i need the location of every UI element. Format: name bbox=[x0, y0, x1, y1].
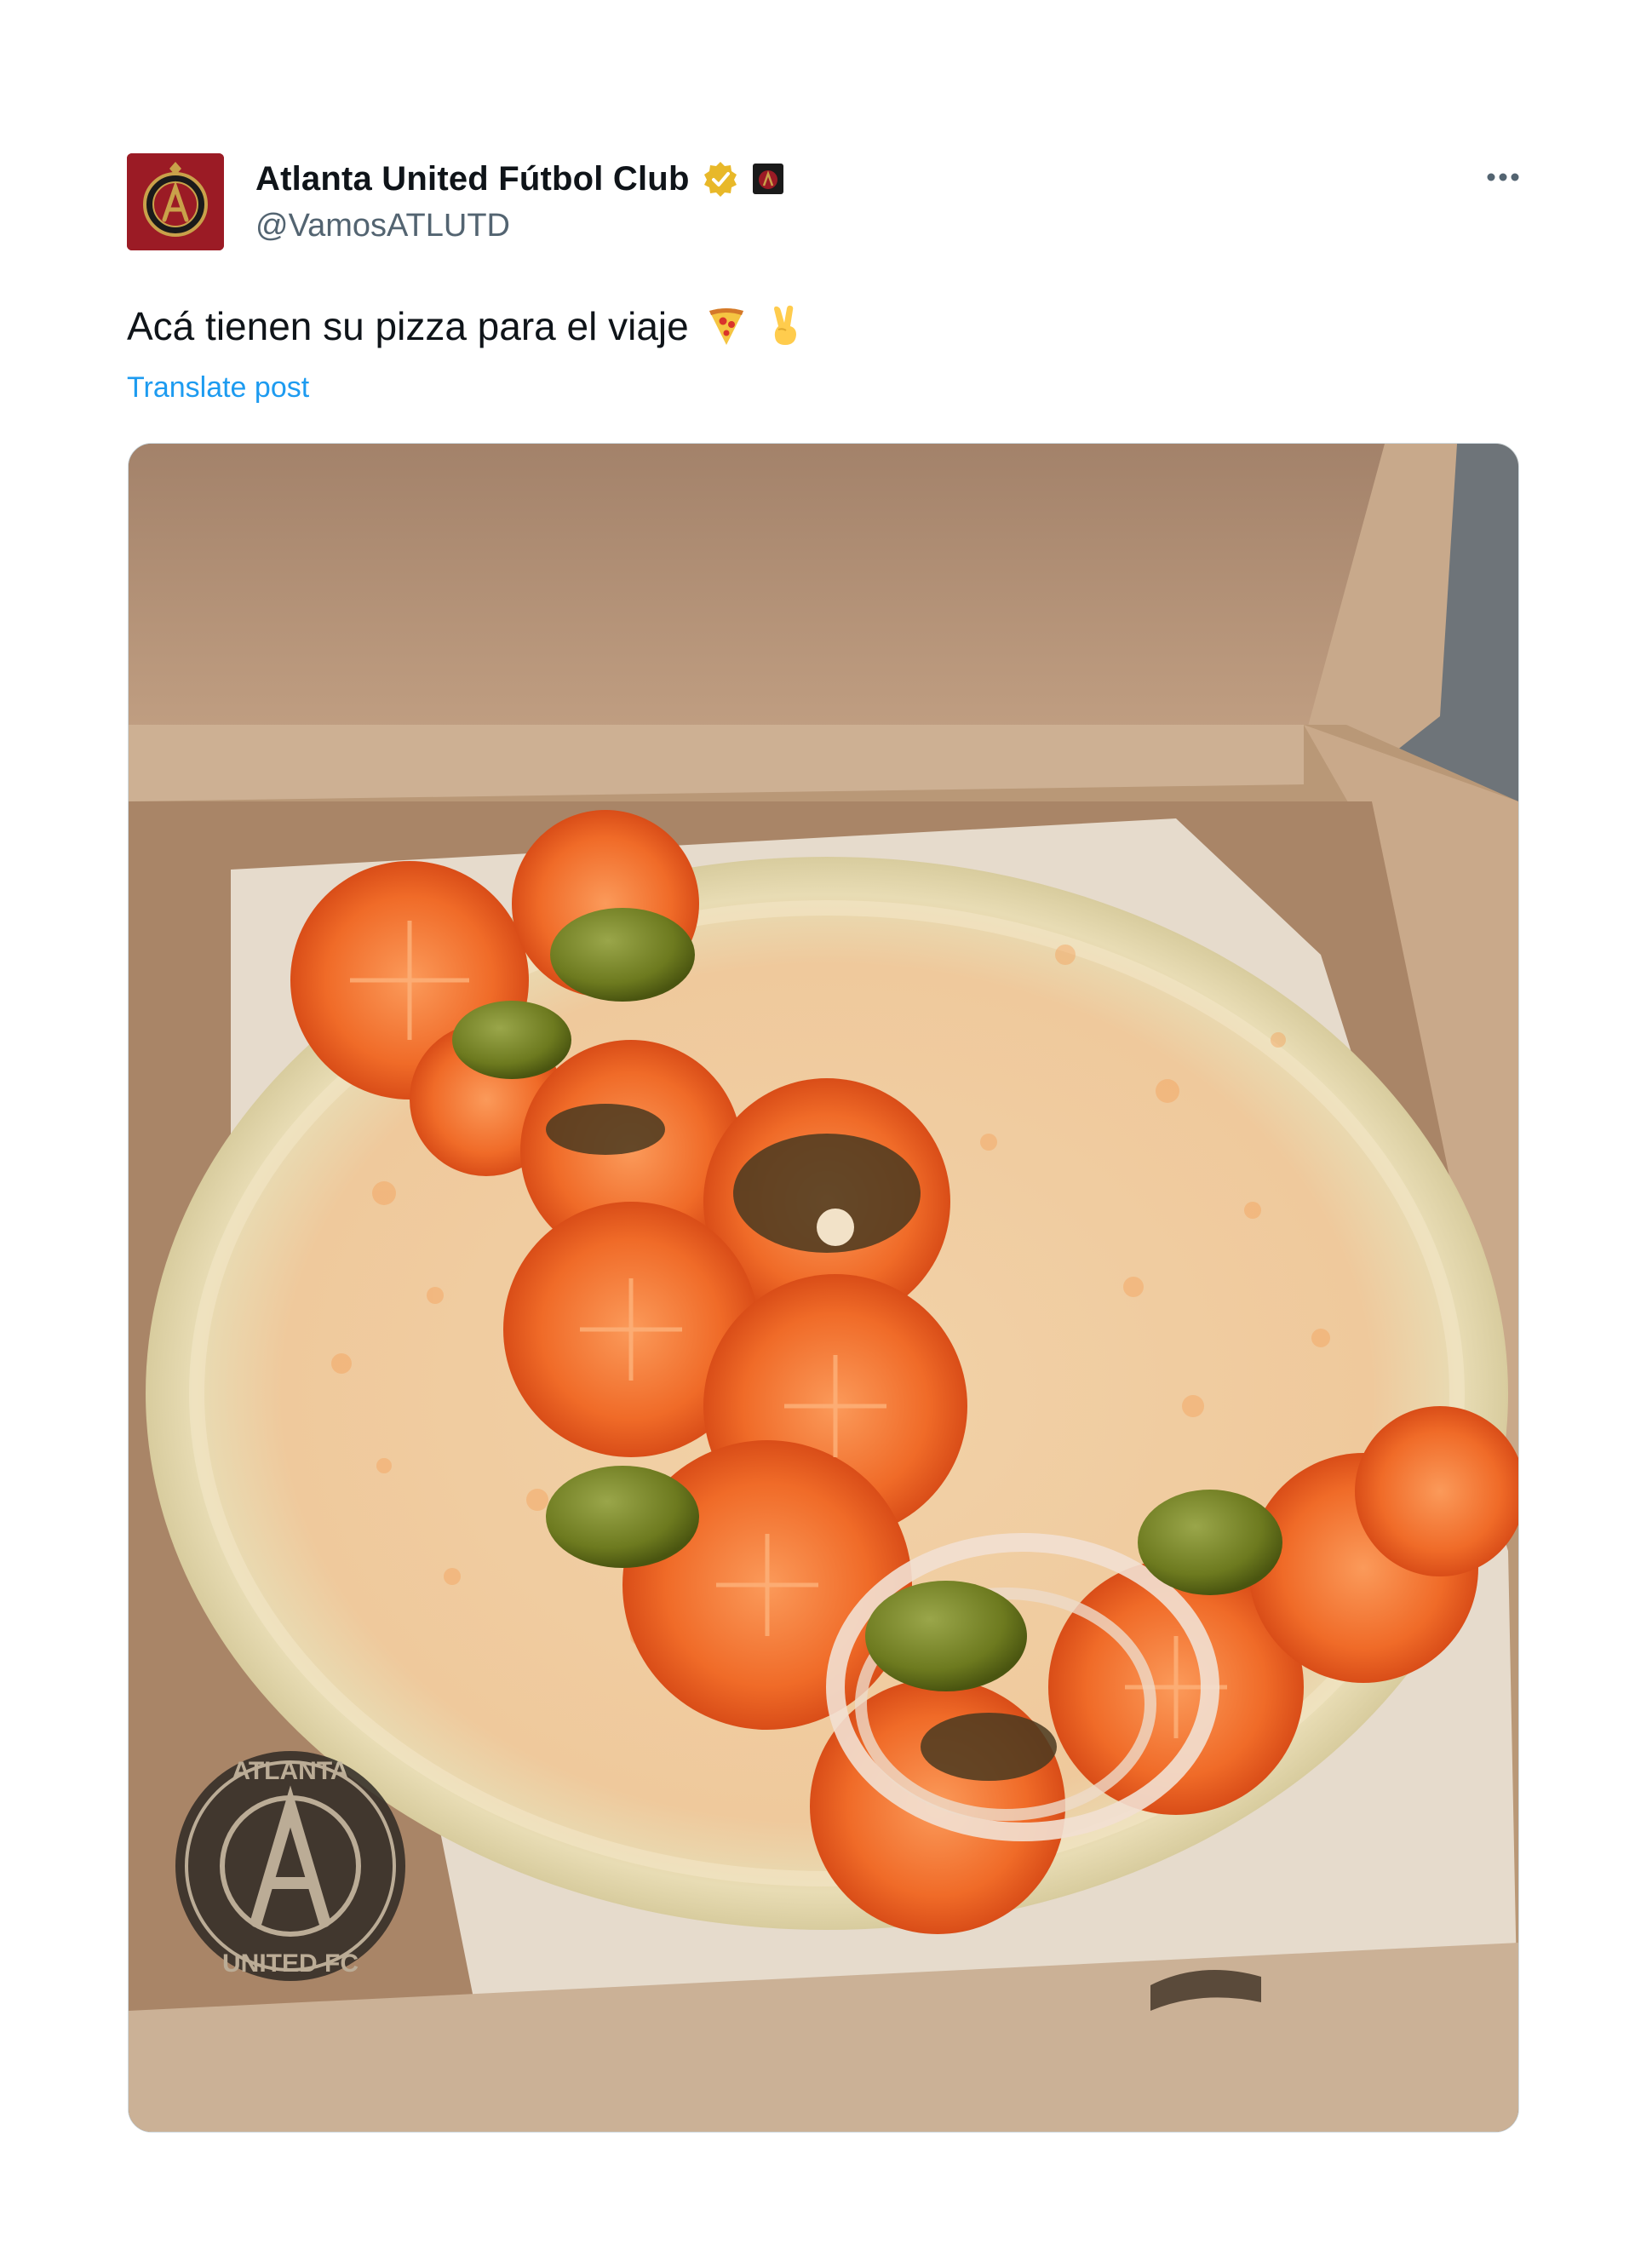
verified-badge-icon[interactable] bbox=[702, 160, 739, 198]
logo-text-top: ATLANTA bbox=[232, 1757, 348, 1785]
box-lid bbox=[129, 444, 1457, 750]
pizza-emoji-icon bbox=[704, 304, 749, 348]
name-row: Atlanta United Fútbol Club bbox=[255, 155, 785, 203]
handle[interactable]: @VamosATLUTD bbox=[255, 208, 510, 244]
avatar[interactable] bbox=[127, 153, 224, 250]
tweet-text-row: Acá tienen su pizza para el viaje bbox=[127, 303, 808, 349]
victory-hand-emoji-icon bbox=[764, 304, 808, 348]
affiliate-badge-icon[interactable] bbox=[751, 162, 785, 196]
translate-post-link[interactable]: Translate post bbox=[127, 371, 309, 405]
logo-text-bottom: UNITED FC bbox=[222, 1949, 359, 1978]
tweet-text: Acá tienen su pizza para el viaje bbox=[127, 304, 689, 348]
tweet-media-photo[interactable]: ATLANTA UNITED FC bbox=[128, 443, 1519, 2133]
tweet-card: Atlanta United Fútbol Club @VamosATLUTD … bbox=[0, 0, 1635, 2268]
more-horizontal-icon[interactable] bbox=[1473, 153, 1533, 201]
display-name[interactable]: Atlanta United Fútbol Club bbox=[255, 160, 690, 198]
atlanta-united-logo: ATLANTA UNITED FC bbox=[175, 1751, 405, 1981]
